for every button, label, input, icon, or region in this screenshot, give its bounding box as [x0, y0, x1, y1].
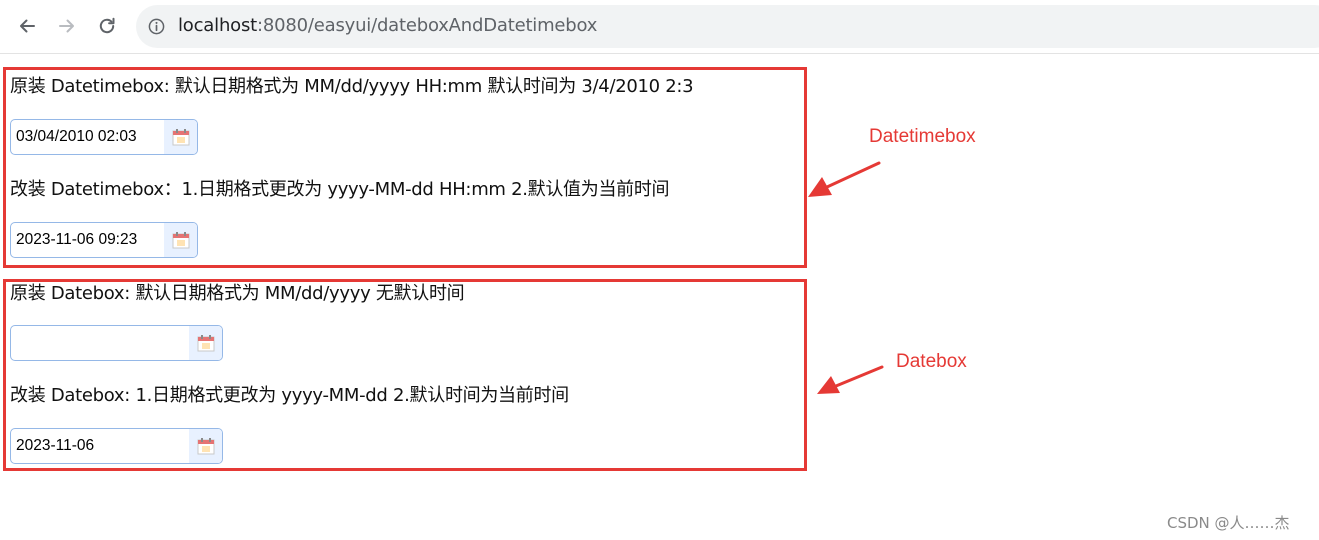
datebox-original-field[interactable]	[10, 325, 223, 361]
datetimebox-annotation: Datetimebox	[869, 126, 976, 147]
back-button[interactable]	[13, 12, 41, 40]
calendar-icon	[172, 232, 189, 249]
reload-button[interactable]	[93, 12, 121, 40]
datetimebox-original-field[interactable]: 03/04/2010 02:03	[10, 119, 198, 155]
datebox-modified-field[interactable]: 2023-11-06	[10, 428, 223, 464]
url-host: localhost	[178, 15, 257, 36]
calendar-icon	[172, 129, 189, 146]
datebox-modified-value[interactable]: 2023-11-06	[16, 429, 94, 463]
browser-toolbar: localhost:8080/easyui/dateboxAndDatetime…	[0, 0, 1319, 54]
datebox-arrow-icon	[817, 365, 884, 394]
datetimebox-original-value[interactable]: 03/04/2010 02:03	[16, 120, 137, 154]
datetimebox-original-label: 原装 Datetimebox: 默认日期格式为 MM/dd/yyyy HH:mm…	[10, 76, 694, 97]
datetimebox-modified-field[interactable]: 2023-11-06 09:23	[10, 222, 198, 258]
datetimebox-modified-value[interactable]: 2023-11-06 09:23	[16, 223, 137, 257]
datetimebox-original-trigger[interactable]	[164, 120, 197, 154]
back-arrow-icon	[20, 19, 35, 33]
forward-arrow-icon	[59, 19, 74, 33]
calendar-icon	[197, 335, 214, 352]
info-icon[interactable]	[148, 18, 165, 35]
forward-button[interactable]	[53, 12, 81, 40]
address-bar[interactable]: localhost:8080/easyui/dateboxAndDatetime…	[136, 5, 1319, 48]
datetimebox-modified-label: 改装 Datetimebox：1.日期格式更改为 yyyy-MM-dd HH:m…	[10, 179, 670, 200]
datebox-modified-label: 改装 Datebox: 1.日期格式更改为 yyyy-MM-dd 2.默认时间为…	[10, 385, 569, 406]
calendar-icon	[197, 438, 214, 455]
datebox-annotation: Datebox	[896, 351, 967, 372]
url-path: :8080/easyui/dateboxAndDatetimebox	[257, 15, 598, 36]
datebox-modified-trigger[interactable]	[189, 429, 222, 463]
watermark: CSDN @人……杰	[1167, 514, 1290, 532]
datetimebox-arrow-icon	[808, 161, 881, 197]
datebox-original-label: 原装 Datebox: 默认日期格式为 MM/dd/yyyy 无默认时间	[10, 283, 465, 304]
url-text[interactable]: localhost:8080/easyui/dateboxAndDatetime…	[178, 15, 597, 37]
datetimebox-modified-trigger[interactable]	[164, 223, 197, 257]
datebox-original-trigger[interactable]	[189, 326, 222, 360]
reload-icon	[99, 17, 115, 34]
